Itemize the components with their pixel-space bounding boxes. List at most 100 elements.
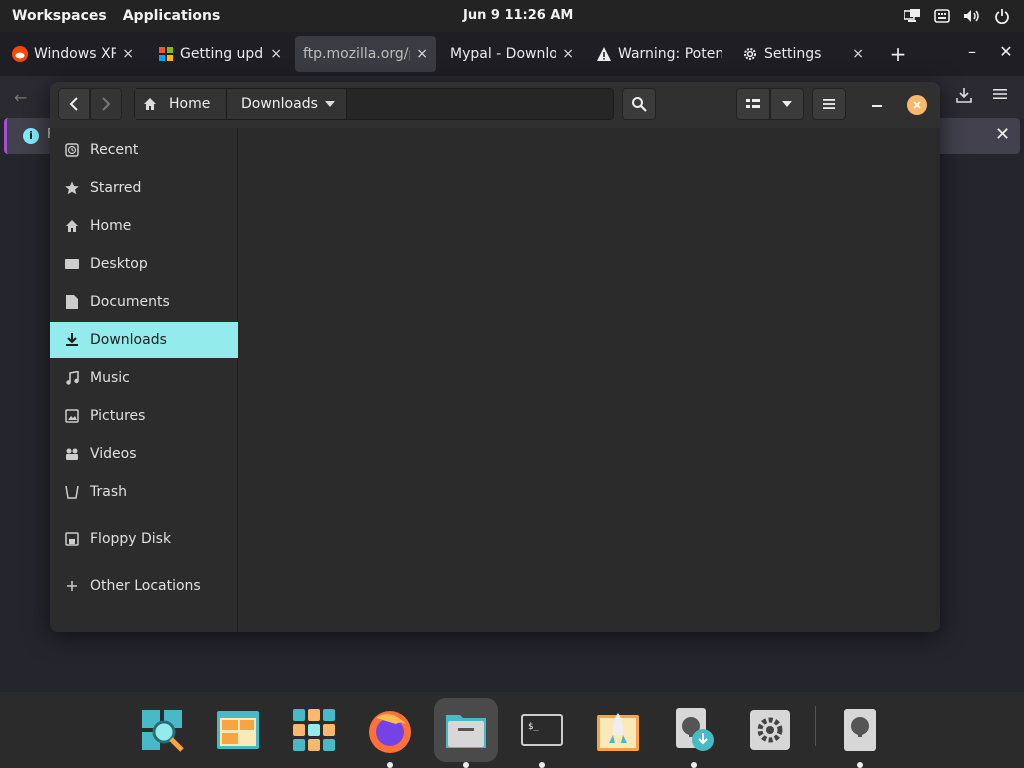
tab-warning[interactable]: Warning: Poten bbox=[588, 36, 730, 72]
running-indicator bbox=[857, 762, 863, 768]
search-icon bbox=[632, 97, 647, 112]
sidebar-item-home[interactable]: Home bbox=[50, 208, 238, 244]
minimize-icon bbox=[872, 105, 882, 107]
sidebar-item-label: Other Locations bbox=[90, 578, 201, 594]
dock: $_ bbox=[0, 692, 1024, 768]
tab-close-icon[interactable]: × bbox=[416, 46, 428, 62]
tab-title: Getting update bbox=[180, 46, 264, 62]
pictures-icon bbox=[64, 408, 80, 424]
new-tab-button[interactable]: + bbox=[888, 42, 908, 66]
browser-minimize-button[interactable]: – bbox=[962, 42, 982, 66]
tab-title: ftp.mozilla.org/pu bbox=[303, 46, 410, 62]
close-icon[interactable]: ✕ bbox=[995, 124, 1010, 145]
tab-close-icon[interactable]: × bbox=[562, 46, 574, 62]
view-toggle-button[interactable] bbox=[736, 88, 770, 120]
sidebar-item-floppy-disk[interactable]: Floppy Disk bbox=[50, 521, 238, 557]
download-icon[interactable] bbox=[955, 86, 973, 108]
clock[interactable]: Jun 9 11:26 AM bbox=[463, 0, 573, 32]
running-indicator bbox=[539, 762, 545, 768]
floppy-icon bbox=[64, 531, 80, 547]
path-home-button[interactable]: Home bbox=[135, 89, 227, 119]
search-button[interactable] bbox=[622, 88, 656, 120]
running-indicator bbox=[387, 762, 393, 768]
disk-download-icon bbox=[676, 708, 714, 751]
system-tray[interactable] bbox=[902, 0, 1012, 32]
tab-close-icon[interactable]: × bbox=[270, 46, 282, 62]
dock-files[interactable] bbox=[434, 698, 498, 768]
sidebar-item-label: Documents bbox=[90, 294, 170, 310]
dock-pop-shop[interactable] bbox=[586, 698, 650, 762]
sidebar-item-downloads[interactable]: Downloads bbox=[50, 322, 238, 358]
sidebar-item-pictures[interactable]: Pictures bbox=[50, 398, 238, 434]
tab-close-icon[interactable]: × bbox=[122, 46, 134, 62]
menu-button[interactable] bbox=[812, 88, 846, 120]
trash-icon bbox=[64, 484, 80, 500]
tab-title: Mypal - Download bbox=[450, 46, 557, 62]
dock-terminal[interactable]: $_ bbox=[510, 698, 574, 768]
recent-icon bbox=[64, 142, 80, 158]
places-sidebar: Recent Starred Home Desktop Documents Do… bbox=[50, 128, 238, 632]
sidebar-item-desktop[interactable]: Desktop bbox=[50, 246, 238, 282]
files-icon bbox=[446, 715, 486, 748]
sidebar-item-recent[interactable]: Recent bbox=[50, 132, 238, 168]
tab-bar: Windows XP × Getting update × ftp.mozill… bbox=[0, 32, 1024, 76]
forward-button[interactable] bbox=[90, 88, 122, 120]
sidebar-item-label: Videos bbox=[90, 446, 137, 462]
view-options-button[interactable] bbox=[770, 88, 804, 120]
app-grid-icon bbox=[293, 709, 335, 751]
sidebar-item-label: Pictures bbox=[90, 408, 146, 424]
back-arrow-icon[interactable]: ← bbox=[14, 88, 27, 107]
search-app-icon bbox=[142, 710, 184, 752]
back-button[interactable] bbox=[58, 88, 90, 120]
hamburger-menu-icon[interactable] bbox=[992, 86, 1008, 106]
sidebar-item-label: Home bbox=[90, 218, 132, 234]
file-chooser-dialog: Home Downloads Recent Starred Home Deskt… bbox=[50, 82, 940, 632]
sidebar-item-music[interactable]: Music bbox=[50, 360, 238, 396]
dock-disk-download[interactable] bbox=[662, 698, 726, 768]
terminal-icon: $_ bbox=[521, 714, 563, 746]
running-indicator bbox=[691, 762, 697, 768]
chevron-left-icon bbox=[69, 97, 78, 111]
dock-firefox[interactable] bbox=[358, 698, 422, 768]
top-panel: Workspaces Applications Jun 9 11:26 AM bbox=[0, 0, 1024, 32]
applications-button[interactable]: Applications bbox=[117, 8, 227, 24]
tab-ftp-mozilla[interactable]: ftp.mozilla.org/pu × bbox=[295, 36, 436, 72]
dock-search-app[interactable] bbox=[130, 698, 194, 762]
document-icon bbox=[64, 294, 80, 310]
tab-title: Settings bbox=[764, 46, 822, 62]
path-downloads-button[interactable]: Downloads bbox=[227, 89, 347, 119]
tab-close-icon[interactable]: × bbox=[852, 46, 864, 62]
file-list-area[interactable] bbox=[239, 128, 940, 632]
dialog-header: Home Downloads bbox=[50, 82, 940, 128]
chevron-down-icon[interactable] bbox=[325, 101, 335, 107]
minimize-button[interactable] bbox=[868, 96, 888, 116]
power-icon[interactable] bbox=[992, 6, 1012, 26]
tab-getting-update[interactable]: Getting update × bbox=[150, 36, 290, 72]
workspaces-button[interactable]: Workspaces bbox=[6, 8, 113, 24]
dock-files-preview-app[interactable] bbox=[206, 698, 270, 762]
tab-settings[interactable]: Settings × bbox=[734, 36, 872, 72]
sidebar-item-starred[interactable]: Starred bbox=[50, 170, 238, 206]
sidebar-item-other-locations[interactable]: Other Locations bbox=[50, 568, 238, 604]
tab-title: Warning: Poten bbox=[618, 46, 722, 62]
firefox-icon bbox=[369, 711, 411, 753]
sidebar-item-label: Recent bbox=[90, 142, 139, 158]
display-icon[interactable] bbox=[902, 6, 922, 26]
browser-close-button[interactable]: ✕ bbox=[996, 42, 1016, 66]
keyboard-icon[interactable] bbox=[932, 6, 952, 26]
info-icon: i bbox=[23, 128, 39, 144]
dock-settings[interactable] bbox=[738, 698, 802, 762]
tab-mypal-download[interactable]: Mypal - Download × bbox=[442, 36, 582, 72]
sidebar-item-videos[interactable]: Videos bbox=[50, 436, 238, 472]
volume-icon[interactable] bbox=[962, 6, 982, 26]
sidebar-item-label: Downloads bbox=[90, 332, 167, 348]
sidebar-item-trash[interactable]: Trash bbox=[50, 474, 238, 510]
dock-app-grid[interactable] bbox=[282, 698, 346, 762]
chevron-down-icon bbox=[782, 101, 792, 107]
sidebar-item-label: Desktop bbox=[90, 256, 148, 272]
tab-windows-xp[interactable]: Windows XP × bbox=[4, 36, 142, 72]
sidebar-item-documents[interactable]: Documents bbox=[50, 284, 238, 320]
dock-disk[interactable] bbox=[828, 698, 892, 768]
close-button[interactable] bbox=[907, 95, 927, 115]
chevron-right-icon bbox=[102, 97, 111, 111]
